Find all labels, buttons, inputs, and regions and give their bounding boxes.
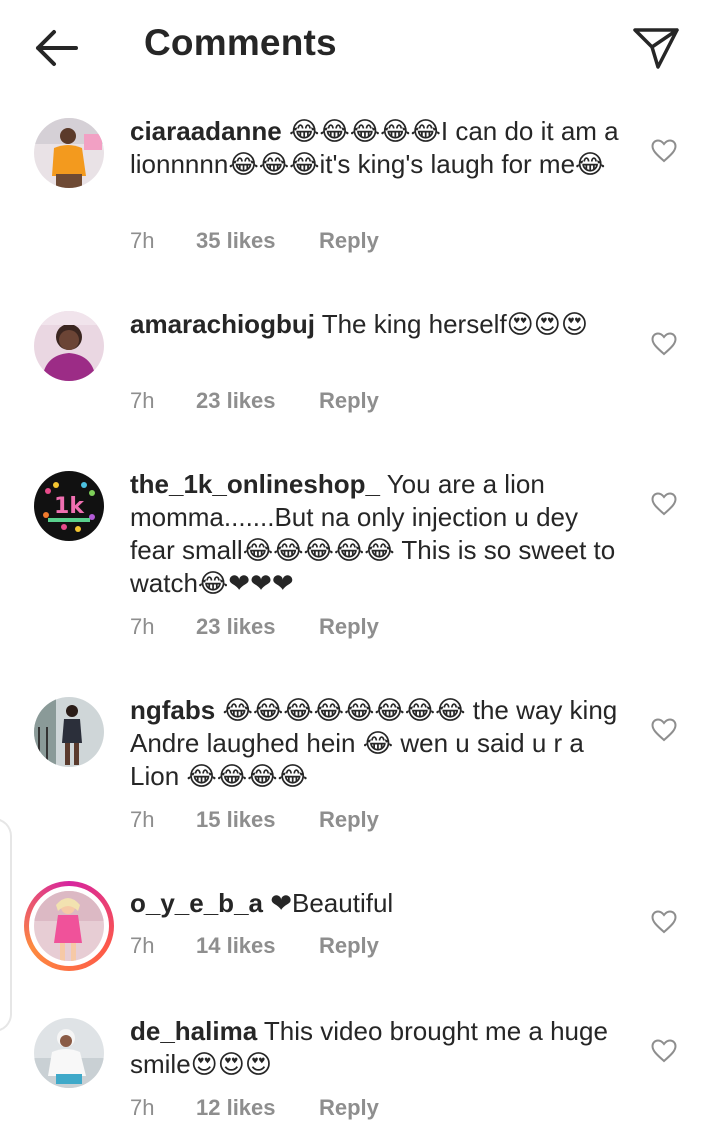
heart-outline-icon bbox=[651, 718, 677, 742]
reply-button[interactable]: Reply bbox=[319, 1095, 379, 1121]
comment-likes[interactable]: 23 likes bbox=[196, 388, 319, 414]
reply-button[interactable]: Reply bbox=[319, 228, 379, 254]
heart-outline-icon bbox=[651, 492, 677, 516]
comment-likes[interactable]: 12 likes bbox=[196, 1095, 319, 1121]
comment-text: ciaraadanne 😂😂😂😂😂I can do it am a lionnn… bbox=[130, 115, 620, 181]
avatar[interactable] bbox=[34, 311, 104, 381]
comment-text: amarachiogbuj The king herself😍😍😍 bbox=[130, 308, 620, 341]
like-button[interactable] bbox=[648, 906, 680, 938]
comment-likes[interactable]: 15 likes bbox=[196, 807, 319, 833]
comment-time: 7h bbox=[130, 388, 155, 413]
heart-outline-icon bbox=[651, 139, 677, 163]
comment-time: 7h bbox=[130, 807, 155, 832]
side-panel-edge bbox=[0, 818, 12, 1032]
comment-time: 7h bbox=[130, 614, 155, 639]
avatar[interactable] bbox=[34, 1018, 104, 1088]
comment-username[interactable]: the_1k_onlineshop_ bbox=[130, 469, 380, 499]
page-title: Comments bbox=[144, 22, 337, 63]
heart-outline-icon bbox=[651, 910, 677, 934]
heart-outline-icon bbox=[651, 1039, 677, 1063]
comment-body: ❤Beautiful bbox=[262, 888, 394, 918]
reply-button[interactable]: Reply bbox=[319, 807, 379, 833]
comment-text: the_1k_onlineshop_ You are a lion momma.… bbox=[130, 468, 620, 600]
reply-button[interactable]: Reply bbox=[319, 388, 379, 414]
comment-text: o_y_e_b_a ❤Beautiful bbox=[130, 887, 620, 920]
like-button[interactable] bbox=[648, 714, 680, 746]
comment-meta: 7h 14 likes Reply bbox=[130, 933, 379, 959]
comment-username[interactable]: de_halima bbox=[130, 1016, 257, 1046]
comment-time: 7h bbox=[130, 1095, 155, 1120]
paper-plane-icon bbox=[633, 28, 679, 69]
comment-text: de_halima This video brought me a huge s… bbox=[130, 1015, 620, 1081]
like-button[interactable] bbox=[648, 328, 680, 360]
share-button[interactable] bbox=[626, 20, 686, 76]
reply-button[interactable]: Reply bbox=[319, 933, 379, 959]
svg-text:1k: 1k bbox=[54, 494, 85, 519]
comment-meta: 7h 23 likes Reply bbox=[130, 614, 379, 640]
avatar[interactable] bbox=[34, 697, 104, 767]
comment-likes[interactable]: 23 likes bbox=[196, 614, 319, 640]
avatar-story-ring[interactable] bbox=[24, 881, 114, 971]
comment-meta: 7h 12 likes Reply bbox=[130, 1095, 379, 1121]
comment-time: 7h bbox=[130, 228, 155, 253]
heart-outline-icon bbox=[651, 332, 677, 356]
comment-username[interactable]: ngfabs bbox=[130, 695, 215, 725]
like-button[interactable] bbox=[648, 1035, 680, 1067]
comment-likes[interactable]: 14 likes bbox=[196, 933, 319, 959]
back-button[interactable] bbox=[28, 24, 84, 72]
avatar[interactable]: 1k bbox=[34, 471, 104, 541]
comment-username[interactable]: o_y_e_b_a bbox=[130, 888, 263, 918]
comment-meta: 7h 15 likes Reply bbox=[130, 807, 379, 833]
comment-text: ngfabs 😂😂😂😂😂😂😂😂 the way king Andre laugh… bbox=[130, 694, 620, 793]
comment-meta: 7h 23 likes Reply bbox=[130, 388, 379, 414]
like-button[interactable] bbox=[648, 135, 680, 167]
comment-time: 7h bbox=[130, 933, 155, 958]
comment-username[interactable]: amarachiogbuj bbox=[130, 309, 315, 339]
like-button[interactable] bbox=[648, 488, 680, 520]
reply-button[interactable]: Reply bbox=[319, 614, 379, 640]
comment-username[interactable]: ciaraadanne bbox=[130, 116, 282, 146]
comment-likes[interactable]: 35 likes bbox=[196, 228, 319, 254]
avatar bbox=[34, 891, 104, 961]
comment-meta: 7h 35 likes Reply bbox=[130, 228, 379, 254]
avatar[interactable] bbox=[34, 118, 104, 188]
header-bar: Comments bbox=[0, 0, 720, 96]
arrow-left-icon bbox=[36, 30, 78, 66]
comment-body: The king herself😍😍😍 bbox=[314, 309, 588, 339]
